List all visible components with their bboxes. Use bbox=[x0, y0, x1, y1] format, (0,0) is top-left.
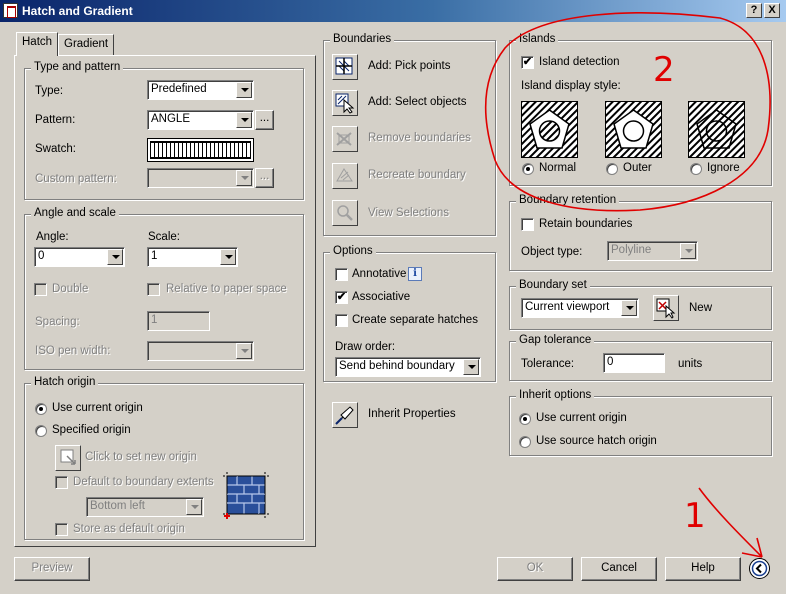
annotation-circle bbox=[484, 12, 771, 212]
annotation-number-1: 1 bbox=[684, 496, 706, 536]
annotation-number-2: 2 bbox=[653, 50, 675, 90]
annotation-arrow bbox=[698, 487, 763, 558]
tab-hatch[interactable]: Hatch bbox=[16, 32, 59, 56]
